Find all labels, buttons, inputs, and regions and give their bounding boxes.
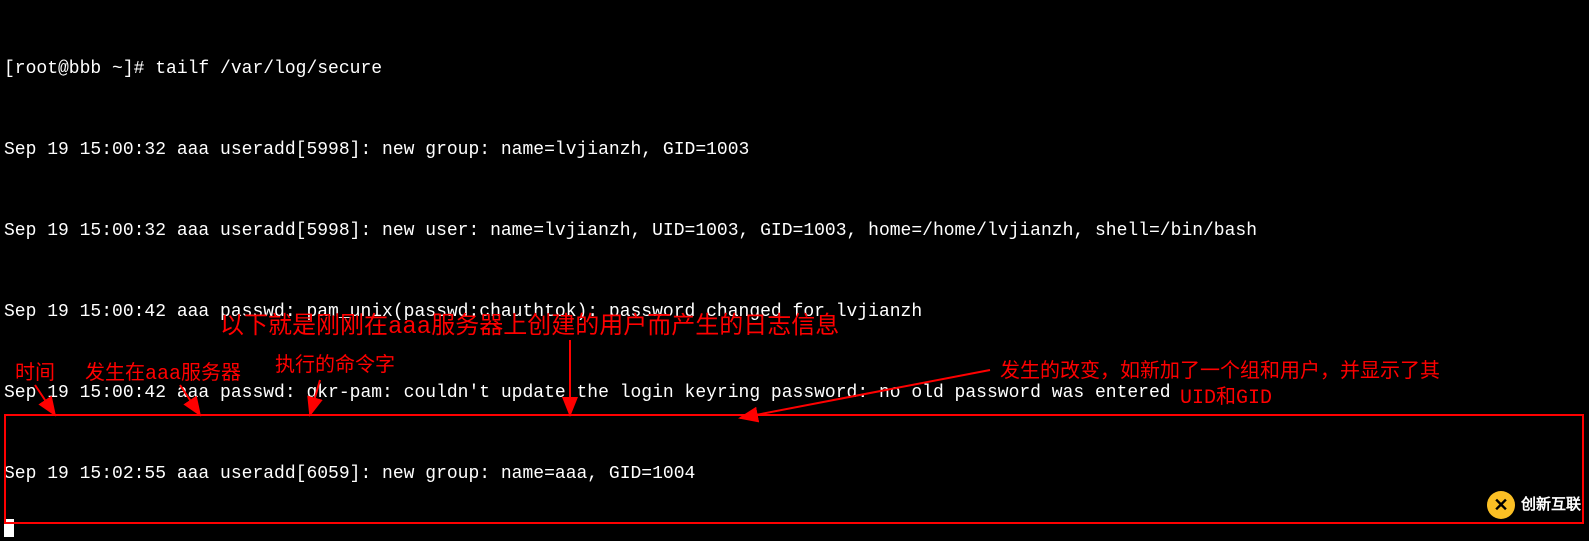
- log-line: Sep 19 15:00:32 aaa useradd[5998]: new g…: [4, 137, 1585, 164]
- logo-mark-icon: ✕: [1487, 491, 1515, 519]
- command-prompt-line: [root@bbb ~]# tailf /var/log/secure: [4, 56, 1585, 83]
- log-line: Sep 19 15:00:32 aaa useradd[5998]: new u…: [4, 218, 1585, 245]
- log-line: Sep 19 15:02:55 aaa useradd[6059]: new g…: [4, 461, 1585, 488]
- log-line: Sep 19 15:00:42 aaa passwd: pam_unix(pas…: [4, 299, 1585, 326]
- log-line: Sep 19 15:00:42 aaa passwd: gkr-pam: cou…: [4, 380, 1585, 407]
- watermark-logo: ✕ 创新互联: [1487, 491, 1581, 519]
- terminal-output: [root@bbb ~]# tailf /var/log/secure Sep …: [0, 0, 1589, 541]
- logo-text: 创新互联: [1521, 494, 1581, 517]
